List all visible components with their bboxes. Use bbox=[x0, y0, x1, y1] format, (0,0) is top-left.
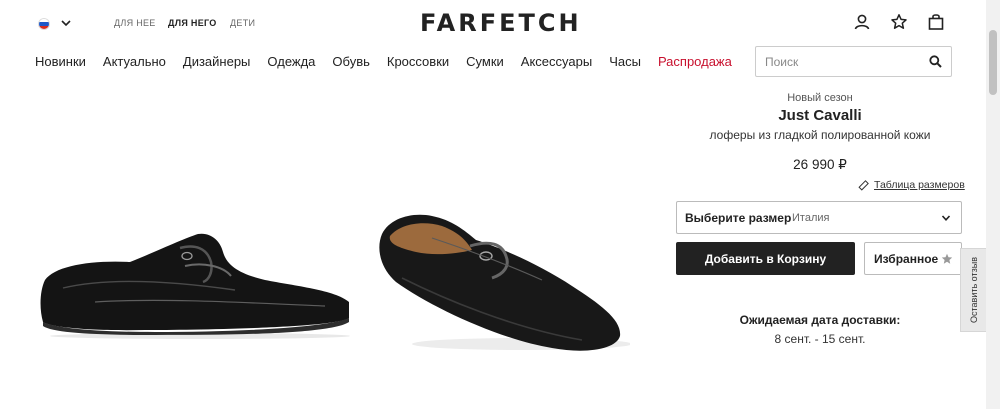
season-label: Новый сезон bbox=[787, 92, 853, 104]
nav-item-sneakers[interactable]: Кроссовки bbox=[387, 54, 449, 70]
search-input[interactable] bbox=[756, 47, 921, 76]
account-icon[interactable] bbox=[853, 13, 871, 31]
add-to-bag-button[interactable]: Добавить в Корзину bbox=[676, 242, 855, 275]
nav-item-trending[interactable]: Актуально bbox=[103, 54, 166, 70]
size-select[interactable]: Выберите размер Италия bbox=[676, 201, 962, 234]
country-flag-icon[interactable] bbox=[38, 18, 50, 30]
tab-women[interactable]: ДЛЯ НЕЕ bbox=[114, 18, 156, 28]
feedback-tab[interactable]: Оставить отзыв bbox=[960, 248, 986, 332]
product-image-side[interactable] bbox=[35, 222, 355, 342]
nav-item-bags[interactable]: Сумки bbox=[466, 54, 504, 70]
nav-item-shoes[interactable]: Обувь bbox=[332, 54, 369, 70]
search-icon[interactable] bbox=[929, 55, 942, 68]
chevron-down-icon bbox=[941, 215, 951, 221]
header: ДЛЯ НЕЕ ДЛЯ НЕГО ДЕТИ FARFETCH bbox=[0, 0, 986, 46]
brand-name[interactable]: Just Cavalli bbox=[690, 107, 950, 124]
size-guide-link[interactable]: Таблица размеров bbox=[858, 179, 965, 191]
delivery-dates: 8 сент. - 15 сент. bbox=[774, 332, 866, 346]
nav-item-designers[interactable]: Дизайнеры bbox=[183, 54, 251, 70]
star-icon[interactable] bbox=[890, 13, 908, 31]
feedback-tab-label: Оставить отзыв bbox=[968, 257, 979, 323]
farfetch-logo[interactable]: FARFETCH bbox=[420, 9, 582, 37]
size-guide-label[interactable]: Таблица размеров bbox=[874, 179, 965, 191]
nav-item-new[interactable]: Новинки bbox=[35, 54, 86, 70]
nav-item-clothing[interactable]: Одежда bbox=[267, 54, 315, 70]
size-region: Италия bbox=[792, 212, 830, 224]
nav-item-watches[interactable]: Часы bbox=[609, 54, 641, 70]
product-image-angled[interactable] bbox=[372, 208, 630, 356]
product-description: лоферы из гладкой полированной кожи bbox=[709, 128, 931, 142]
ruler-icon bbox=[858, 179, 869, 191]
scrollbar[interactable] bbox=[986, 0, 1000, 409]
search-box bbox=[755, 46, 952, 77]
chevron-down-icon[interactable] bbox=[60, 17, 72, 29]
product-info: Новый сезон Just Cavalli лоферы из гладк… bbox=[690, 90, 950, 173]
delivery-estimate: Ожидаемая дата доставки: 8 сент. - 15 се… bbox=[690, 313, 950, 346]
product-price: 26 990 ₽ bbox=[793, 157, 847, 172]
nav-item-sale[interactable]: Распродажа bbox=[658, 54, 732, 70]
tab-kids[interactable]: ДЕТИ bbox=[230, 18, 255, 28]
tab-men[interactable]: ДЛЯ НЕГО bbox=[168, 18, 217, 28]
shopping-bag-icon[interactable] bbox=[927, 13, 945, 31]
wishlist-button-label: Избранное bbox=[874, 251, 939, 266]
scrollbar-thumb[interactable] bbox=[989, 30, 997, 95]
size-select-label: Выберите размер bbox=[685, 211, 792, 225]
wishlist-button[interactable]: Избранное bbox=[864, 242, 962, 275]
main-nav: Новинки Актуально Дизайнеры Одежда Обувь… bbox=[35, 54, 749, 70]
star-icon bbox=[941, 253, 953, 264]
nav-item-accessories[interactable]: Аксессуары bbox=[521, 54, 592, 70]
delivery-title: Ожидаемая дата доставки: bbox=[739, 313, 901, 327]
